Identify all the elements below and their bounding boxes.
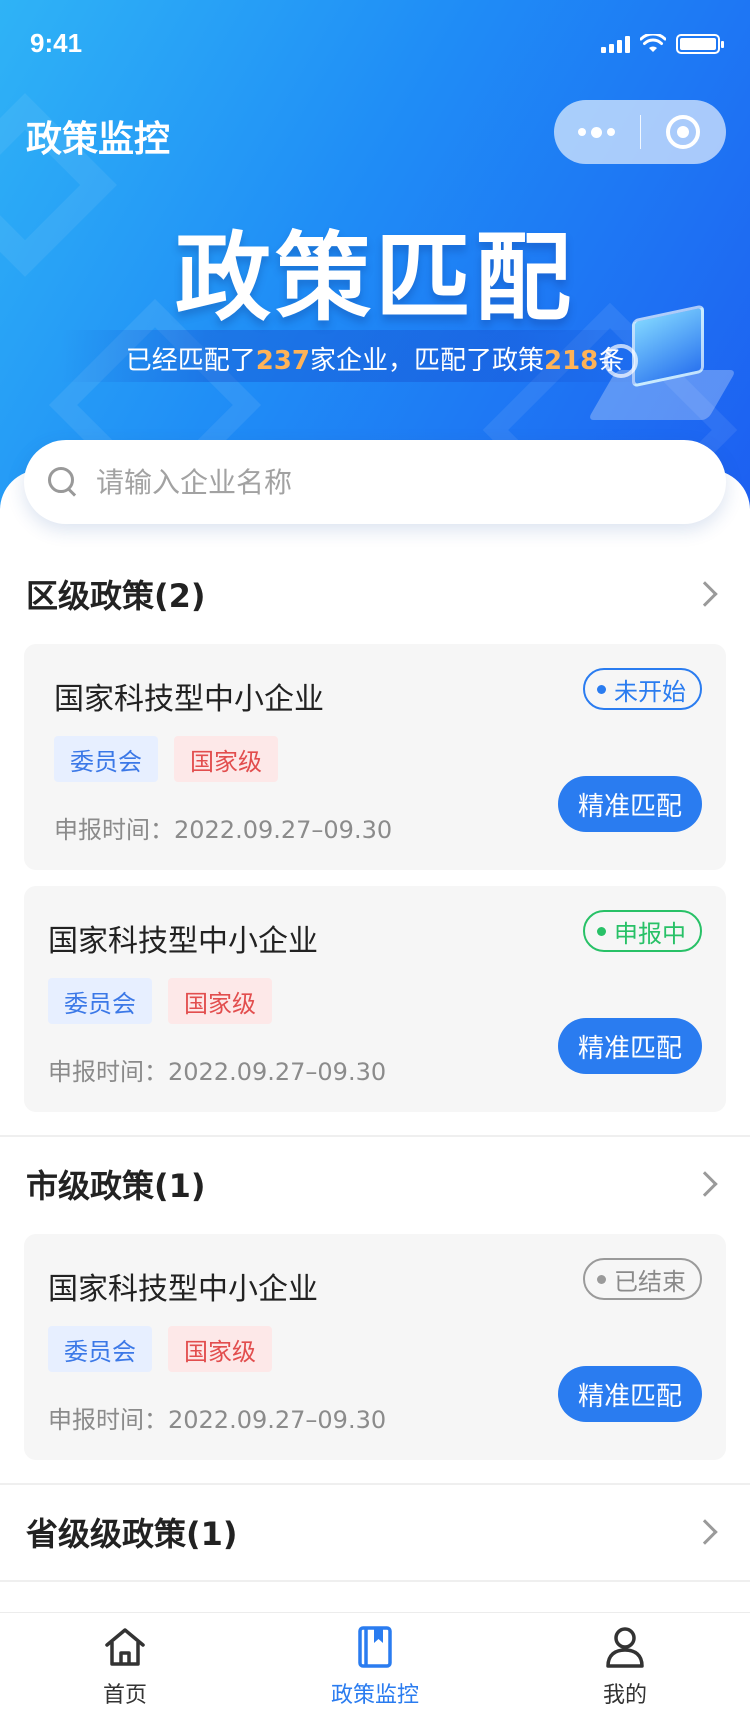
stats-mid: 家企业，匹配了政策	[309, 346, 544, 376]
section-title: 区级政策(2)	[26, 577, 206, 615]
tab-label: 政策监控	[330, 1683, 419, 1708]
status-dot-icon	[597, 684, 606, 694]
status-badge: 申报中	[583, 910, 702, 952]
policy-count: 218	[544, 346, 599, 376]
policy-card[interactable]: 国家科技型中小企业 已结束 委员会 国家级 申报时间：2022.09.27–09…	[24, 1234, 726, 1460]
section-title: 省级级政策(1)	[26, 1515, 238, 1553]
tag-committee: 委员会	[54, 736, 158, 782]
tag-list: 委员会 国家级	[54, 736, 278, 782]
search-input[interactable]	[96, 465, 696, 499]
chevron-right-icon[interactable]	[692, 1519, 718, 1545]
apply-date: 申报时间：2022.09.27–09.30	[54, 816, 393, 844]
status-text: 未开始	[614, 677, 686, 706]
page-title: 政策监控	[26, 119, 171, 160]
bottom-tab-bar: 首页 政策监控 我的	[0, 1612, 750, 1712]
target-icon	[666, 115, 701, 149]
status-badge: 未开始	[583, 668, 702, 710]
battery-icon	[676, 34, 724, 54]
section-header-province[interactable]: 省级级政策(1)	[0, 1492, 750, 1572]
company-count: 237	[255, 346, 310, 376]
tab-label: 首页	[102, 1683, 147, 1708]
book-icon	[358, 1626, 392, 1668]
apply-date: 申报时间：2022.09.27–09.30	[48, 1058, 387, 1086]
tag-level: 国家级	[168, 1326, 272, 1372]
signal-icon	[601, 35, 630, 53]
tag-list: 委员会 国家级	[48, 1326, 272, 1372]
wifi-icon	[640, 34, 666, 52]
tag-level: 国家级	[168, 978, 272, 1024]
section-header-city[interactable]: 市级政策(1)	[0, 1144, 750, 1224]
divider	[0, 1483, 750, 1485]
section-header-district[interactable]: 区级政策(2)	[0, 554, 750, 634]
search-icon	[46, 465, 80, 499]
close-miniprogram-button[interactable]	[641, 100, 727, 164]
tag-committee: 委员会	[48, 978, 152, 1024]
status-dot-icon	[597, 926, 606, 936]
policy-card[interactable]: 国家科技型中小企业 申报中 委员会 国家级 申报时间：2022.09.27–09…	[24, 886, 726, 1112]
more-button[interactable]	[554, 100, 640, 164]
tab-mine[interactable]: 我的	[500, 1613, 750, 1712]
apply-date: 申报时间：2022.09.27–09.30	[48, 1406, 387, 1434]
tab-policy-monitor[interactable]: 政策监控	[250, 1613, 500, 1712]
chevron-right-icon[interactable]	[692, 1171, 718, 1197]
divider	[0, 1135, 750, 1137]
data-illustration	[587, 300, 737, 430]
tag-level: 国家级	[174, 736, 278, 782]
status-text: 申报中	[614, 919, 686, 948]
more-dots-icon	[578, 126, 616, 138]
precise-match-button[interactable]: 精准匹配	[558, 1366, 702, 1422]
status-badge: 已结束	[583, 1258, 702, 1300]
tag-committee: 委员会	[48, 1326, 152, 1372]
precise-match-button[interactable]: 精准匹配	[558, 776, 702, 832]
policy-title: 国家科技型中小企业	[48, 1272, 318, 1307]
status-dot-icon	[597, 1274, 606, 1284]
divider	[0, 1580, 750, 1582]
user-icon	[606, 1627, 644, 1668]
policy-title: 国家科技型中小企业	[48, 924, 318, 959]
section-title: 市级政策(1)	[26, 1167, 206, 1205]
search-bar[interactable]	[24, 440, 726, 524]
tab-label: 我的	[602, 1683, 647, 1708]
status-text: 已结束	[614, 1267, 686, 1296]
mini-program-capsule	[554, 100, 726, 164]
stats-prefix: 已经匹配了	[125, 346, 256, 376]
status-time: 9:41	[30, 28, 83, 58]
chevron-right-icon[interactable]	[692, 581, 718, 607]
tag-list: 委员会 国家级	[48, 978, 272, 1024]
status-bar: 9:41	[0, 0, 750, 88]
home-icon	[105, 1628, 145, 1666]
status-icons	[601, 34, 724, 54]
tab-home[interactable]: 首页	[0, 1613, 250, 1712]
precise-match-button[interactable]: 精准匹配	[558, 1018, 702, 1074]
policy-title: 国家科技型中小企业	[54, 682, 324, 717]
policy-card[interactable]: 国家科技型中小企业 未开始 委员会 国家级 申报时间：2022.09.27–09…	[24, 644, 726, 870]
